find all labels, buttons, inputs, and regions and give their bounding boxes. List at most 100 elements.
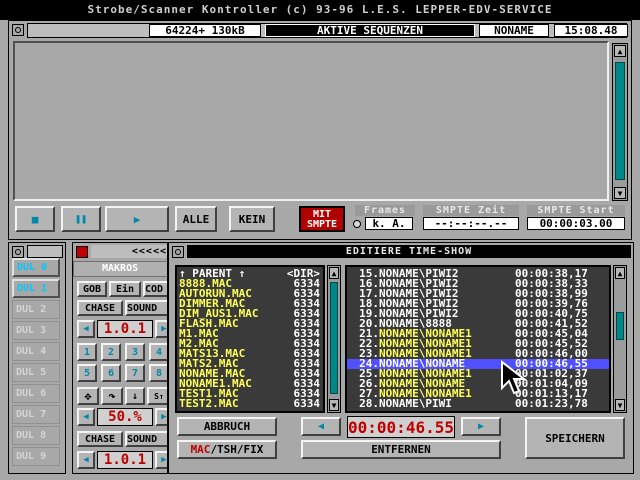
cod-button[interactable]: COD: [143, 281, 167, 297]
show-event-row[interactable]: 27. NONAME\NONAME1 00:01:13,17: [347, 389, 609, 399]
percent-prev-icon[interactable]: ◀: [77, 408, 95, 426]
number-button[interactable]: 6: [101, 364, 121, 382]
number-button[interactable]: 1: [77, 343, 97, 361]
show-event-row[interactable]: 26. NONAME\NONAME 00:01:04,09: [347, 379, 609, 389]
show-event-row[interactable]: 24. NONAME\NONAME 00:00:46,55: [347, 359, 609, 369]
number-button[interactable]: 7: [125, 364, 145, 382]
dul-item[interactable]: DUL 4: [12, 342, 60, 361]
speichern-button[interactable]: SPEICHERN: [525, 417, 625, 459]
down-arrow-icon[interactable]: ↓: [125, 387, 145, 405]
makros-close-icon[interactable]: [76, 246, 88, 258]
counter2-next-icon[interactable]: ▶: [155, 451, 167, 469]
entfernen-button[interactable]: ENTFERNEN: [301, 440, 501, 459]
dul-item[interactable]: DUL 3: [12, 321, 60, 340]
counter1-next-icon[interactable]: ▶: [155, 320, 167, 338]
show-list-scrollbar[interactable]: ▲ ▼: [613, 265, 627, 413]
smpte-start-value[interactable]: 00:00:03.00: [527, 217, 625, 230]
show-scroll-thumb[interactable]: [616, 312, 624, 340]
show-event-row[interactable]: 15. NONAME\PIWI2 00:00:38,17: [347, 269, 609, 279]
scroll-thumb[interactable]: [615, 62, 625, 180]
stop-button[interactable]: ■: [15, 206, 55, 232]
sequence-scrollbar[interactable]: ▲ ▼: [612, 43, 628, 201]
move-icon[interactable]: ✥: [77, 387, 99, 405]
scroll-up-icon[interactable]: ▲: [614, 45, 626, 57]
file-row[interactable]: TEST1.MAC 6334: [177, 389, 323, 399]
number-button[interactable]: 2: [101, 343, 121, 361]
show-event-row[interactable]: 17. NONAME\PIWI2 00:00:38,99: [347, 289, 609, 299]
pause-button[interactable]: ❚❚: [61, 206, 101, 232]
show-event-row[interactable]: 23. NONAME\NONAME1 00:00:46,00: [347, 349, 609, 359]
show-event-row[interactable]: 20. NONAME\8888 00:00:41,52: [347, 319, 609, 329]
file-list-scrollbar[interactable]: ▲ ▼: [327, 265, 341, 413]
file-row[interactable]: 8888.MAC 6334: [177, 279, 323, 289]
show-scroll-down-icon[interactable]: ▼: [615, 399, 625, 411]
dul-item[interactable]: DUL 2: [12, 300, 60, 319]
select-none-button[interactable]: KEIN: [229, 206, 275, 232]
play-button[interactable]: ▶: [105, 206, 169, 232]
ein-button[interactable]: Ein: [109, 281, 141, 297]
time-prev-icon[interactable]: ◀: [301, 417, 341, 436]
curve-icon[interactable]: ↷: [101, 387, 123, 405]
window-close-icon[interactable]: [12, 24, 24, 36]
file-scroll-up-icon[interactable]: ▲: [329, 267, 339, 279]
file-row[interactable]: MATS2.MAC 6334: [177, 359, 323, 369]
makros-arrows[interactable]: <<<<<: [91, 245, 167, 258]
dul-item[interactable]: DUL 7: [12, 405, 60, 424]
show-event-row[interactable]: 19. NONAME\PIWI2 00:00:40,75: [347, 309, 609, 319]
event-index: 19.: [359, 309, 379, 319]
dul-item[interactable]: DUL 6: [12, 384, 60, 403]
time-next-icon[interactable]: ▶: [461, 417, 501, 436]
file-row[interactable]: M1.MAC 6334: [177, 329, 323, 339]
dul-item[interactable]: DUL 0: [12, 258, 60, 277]
number-button[interactable]: 8: [149, 364, 167, 382]
step-icon[interactable]: S↑: [147, 387, 167, 405]
dul-close-icon[interactable]: [12, 246, 24, 258]
dul-item[interactable]: DUL 5: [12, 363, 60, 382]
select-all-button[interactable]: ALLE: [175, 206, 217, 232]
number-button[interactable]: 5: [77, 364, 97, 382]
show-event-row[interactable]: 16. NONAME\PIWI2 00:00:38,33: [347, 279, 609, 289]
chase2-button[interactable]: CHASE: [77, 431, 123, 447]
event-index: 28.: [359, 399, 379, 409]
file-row[interactable]: ↑ PARENT ↑ <DIR>: [177, 269, 323, 279]
smpte-toggle-button[interactable]: MIT SMPTE: [299, 206, 345, 232]
file-row[interactable]: NONAME.MAC 6334: [177, 369, 323, 379]
file-row[interactable]: M2.MAC 6334: [177, 339, 323, 349]
number-button[interactable]: 3: [125, 343, 145, 361]
file-row[interactable]: DIMMER.MAC 6334: [177, 299, 323, 309]
chase-button[interactable]: CHASE: [77, 300, 123, 316]
frames-value[interactable]: k. A.: [365, 217, 413, 230]
sound2-button[interactable]: SOUND: [125, 431, 167, 447]
editor-close-icon[interactable]: [172, 246, 184, 258]
dul-item[interactable]: DUL 8: [12, 426, 60, 445]
frames-radio[interactable]: [353, 220, 361, 228]
gob-button[interactable]: GOB: [77, 281, 107, 297]
scroll-down-icon[interactable]: ▼: [614, 187, 626, 199]
number-button[interactable]: 4: [149, 343, 167, 361]
percent-next-icon[interactable]: ▶: [155, 408, 167, 426]
dul-item[interactable]: DUL 9: [12, 447, 60, 466]
show-event-list[interactable]: 15. NONAME\PIWI2 00:00:38,17 16. NONAME\PIWI…: [345, 265, 611, 413]
sound-button[interactable]: SOUND: [125, 300, 167, 316]
show-event-row[interactable]: 28. NONAME\PIWI 00:01:23,78: [347, 399, 609, 409]
show-scroll-up-icon[interactable]: ▲: [615, 267, 625, 279]
show-event-row[interactable]: 21. NONAME\NONAME1 00:00:45,04: [347, 329, 609, 339]
file-row[interactable]: DIM_AUS1.MAC 6334: [177, 309, 323, 319]
dul-item[interactable]: DUL 1: [12, 279, 60, 298]
file-scroll-down-icon[interactable]: ▼: [329, 399, 339, 411]
abbruch-button[interactable]: ABBRUCH: [177, 417, 277, 436]
file-list[interactable]: ↑ PARENT ↑ <DIR> 8888.MAC 6334 AUTORUN.MAC 63…: [175, 265, 325, 413]
mode-toggle-button[interactable]: MAC/TSH/FIX: [177, 440, 277, 459]
file-row[interactable]: FLASH.MAC 6334: [177, 319, 323, 329]
file-row[interactable]: TEST2.MAC 6334: [177, 399, 323, 409]
file-row[interactable]: NONAME1.MAC 6334: [177, 379, 323, 389]
show-event-row[interactable]: 22. NONAME\NONAME1 00:00:45,52: [347, 339, 609, 349]
counter2-prev-icon[interactable]: ◀: [77, 451, 95, 469]
file-row[interactable]: MATS13.MAC 6334: [177, 349, 323, 359]
show-event-row[interactable]: 25. NONAME\NONAME1 00:01:02,37: [347, 369, 609, 379]
file-row[interactable]: AUTORUN.MAC 6334: [177, 289, 323, 299]
file-scroll-thumb[interactable]: [330, 282, 338, 394]
show-event-row[interactable]: 18. NONAME\PIWI2 00:00:39,76: [347, 299, 609, 309]
counter1-prev-icon[interactable]: ◀: [77, 320, 95, 338]
sequence-list[interactable]: [13, 41, 609, 201]
